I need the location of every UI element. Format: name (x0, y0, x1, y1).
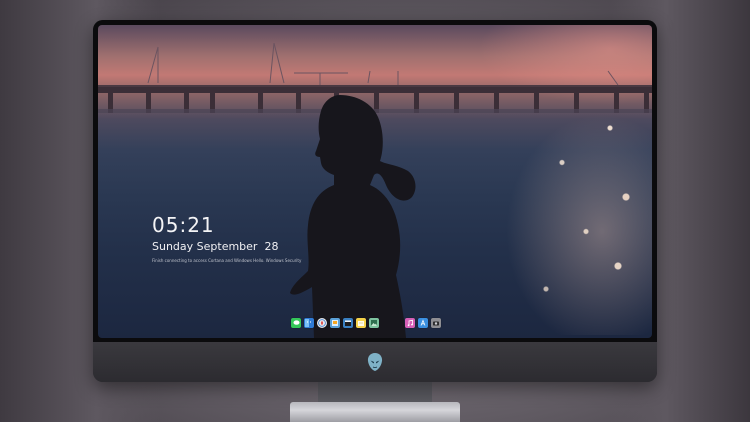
camera-icon[interactable] (431, 318, 441, 328)
lock-screen-time: 05:21 (152, 213, 215, 237)
lock-screen-notice: Finish connecting to access Cortana and … (152, 258, 302, 263)
clapper-icon[interactable] (343, 318, 353, 328)
monitor-stand-base (290, 402, 460, 422)
messages-icon[interactable] (291, 318, 301, 328)
lock-screen[interactable]: 05:21 Sunday September 28 Finish connect… (98, 25, 652, 338)
preview-icon[interactable] (330, 318, 340, 328)
monitor-bezel: 05:21 Sunday September 28 Finish connect… (93, 20, 657, 342)
lock-screen-date: Sunday September 28 (152, 240, 279, 253)
dock-separator (382, 318, 402, 328)
imac-monitor: 05:21 Sunday September 28 Finish connect… (93, 20, 657, 382)
finder-icon[interactable] (304, 318, 314, 328)
safari-icon[interactable] (317, 318, 327, 328)
monitor-chin (93, 342, 657, 382)
water-glitter (498, 105, 652, 335)
app-store-icon[interactable] (418, 318, 428, 328)
woman-silhouette (290, 95, 416, 338)
dock (288, 317, 444, 329)
monitor-stand-neck (318, 382, 432, 404)
notes-icon[interactable] (356, 318, 366, 328)
itunes-icon[interactable] (405, 318, 415, 328)
alienware-logo-icon (367, 353, 383, 371)
photos-icon[interactable] (369, 318, 379, 328)
